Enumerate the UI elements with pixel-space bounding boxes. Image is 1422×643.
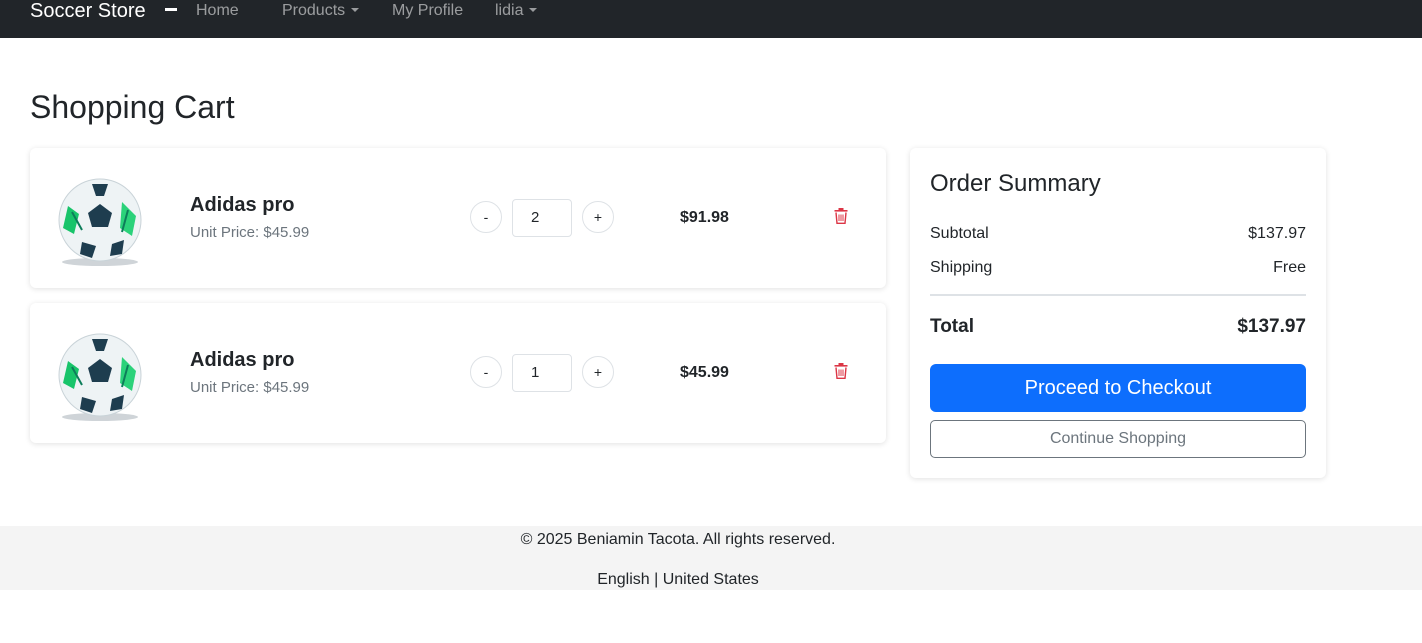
chevron-down-icon [351,8,360,12]
checkout-button[interactable]: Proceed to Checkout [930,364,1306,412]
total-value: $137.97 [1237,316,1306,337]
nav-my-profile[interactable]: My Profile [392,0,463,22]
continue-shopping-button[interactable]: Continue Shopping [930,420,1306,458]
unit-price: Unit Price: $45.99 [190,379,310,396]
cart-item: Adidas pro Unit Price: $45.99 - 2 + $91.… [30,148,886,288]
increase-quantity-button[interactable]: + [582,201,614,233]
unit-price: Unit Price: $45.99 [190,224,310,241]
shipping-label: Shipping [930,259,993,276]
decrease-quantity-button[interactable]: - [470,356,502,388]
quantity-input[interactable]: 2 [512,199,572,237]
increase-quantity-button[interactable]: + [582,356,614,388]
product-name[interactable]: Adidas pro [190,348,294,372]
total-label: Total [930,316,974,337]
order-summary: Order Summary Subtotal $137.97 Shipping … [910,148,1326,478]
menu-toggle-icon[interactable] [165,8,177,11]
order-summary-title: Order Summary [930,170,1101,197]
nav-user-label: lidia [495,2,524,19]
trash-icon[interactable] [834,363,848,379]
line-total: $45.99 [680,364,729,381]
soccer-ball-image [58,333,142,421]
nav-products-label: Products [282,2,346,19]
nav-user-menu[interactable]: lidia [495,0,538,22]
trash-icon[interactable] [834,208,848,224]
divider [930,294,1306,296]
footer: © 2025 Beniamin Tacota. All rights reser… [0,526,1422,590]
nav-home[interactable]: Home [196,0,239,22]
nav-products[interactable]: Products [282,0,360,22]
chevron-down-icon [529,8,538,12]
quantity-input[interactable]: 1 [512,354,572,392]
decrease-quantity-button[interactable]: - [470,201,502,233]
cart-item: Adidas pro Unit Price: $45.99 - 1 + $45.… [30,303,886,443]
locale-selector[interactable]: English | United States [0,570,1356,590]
soccer-ball-image [58,178,142,266]
line-total: $91.98 [680,209,729,226]
copyright-text: © 2025 Beniamin Tacota. All rights reser… [520,531,836,548]
brand-logo[interactable]: Soccer Store [30,0,146,22]
product-name[interactable]: Adidas pro [190,193,294,217]
subtotal-label: Subtotal [930,225,989,242]
navbar: Soccer Store Home Products My Profile li… [0,0,1422,38]
shipping-value: Free [1273,259,1306,276]
subtotal-value: $137.97 [1248,225,1306,242]
page-title: Shopping Cart [30,89,235,125]
